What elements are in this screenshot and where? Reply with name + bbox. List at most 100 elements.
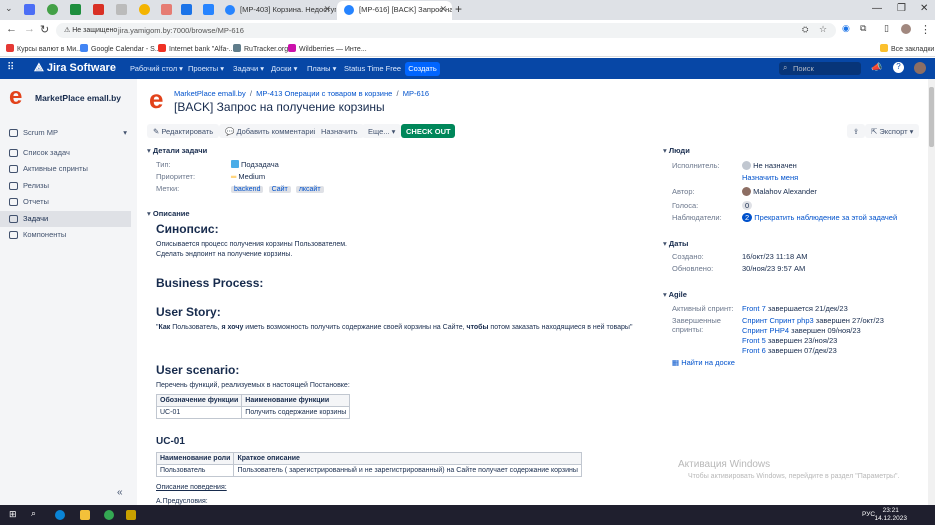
menu-plans[interactable]: Планы ▾ bbox=[307, 64, 336, 73]
browser-tab-active[interactable]: [MP-616] [BACK] Запрос на по ✕ bbox=[337, 1, 452, 20]
bookmark-item[interactable]: Internet bank "Alfa-... bbox=[158, 44, 235, 53]
chrome-icon[interactable] bbox=[104, 510, 114, 520]
page-scrollbar[interactable] bbox=[928, 79, 935, 505]
menu-boards[interactable]: Доски ▾ bbox=[271, 64, 297, 73]
browser-tab[interactable]: [MP-403] Корзина. Недоступн ✕ bbox=[218, 1, 336, 20]
sprint-link[interactable]: Спринт Спринт php3 bbox=[742, 316, 814, 325]
sprint-link[interactable]: Спринт PHP4 bbox=[742, 326, 789, 335]
sidebar-item-active-sprints[interactable]: Активные спринты bbox=[0, 161, 131, 177]
assign-to-me-link[interactable]: Назначить меня bbox=[742, 173, 798, 182]
agile-heading[interactable]: Agile bbox=[663, 290, 687, 299]
sprint-link[interactable]: Front 6 bbox=[742, 346, 766, 355]
browser-menu-icon[interactable]: ⋮ bbox=[920, 23, 931, 36]
collapse-sidebar-icon[interactable]: « bbox=[117, 487, 123, 498]
assignee-value[interactable]: Не назначен bbox=[742, 161, 797, 170]
sidebar-item-components[interactable]: Компоненты bbox=[0, 227, 131, 243]
translate-icon[interactable]: ⛭ bbox=[802, 25, 808, 35]
search-input[interactable]: ⌕ Поиск bbox=[779, 62, 861, 75]
project-name[interactable]: MarketPlace emall.by bbox=[35, 93, 121, 103]
sprint-link[interactable]: Front 7 bbox=[742, 304, 766, 313]
pinned-tab-icon[interactable] bbox=[24, 4, 35, 15]
sidebar-item-reports[interactable]: Отчеты bbox=[0, 194, 131, 210]
sprint-link[interactable]: Front 5 bbox=[742, 336, 766, 345]
help-icon[interactable]: ? bbox=[893, 62, 904, 73]
address-bar[interactable]: ⚠ Не защищено jira.yamigom.by:7000/brows… bbox=[56, 23, 836, 38]
bookmark-item[interactable]: Wildberries — Инте... bbox=[288, 44, 367, 53]
menu-dashboards[interactable]: Рабочий стол ▾ bbox=[130, 64, 183, 73]
sidebar-item-scrum-board[interactable]: Scrum MP ▾ bbox=[0, 125, 131, 141]
breadcrumb-parent[interactable]: MP-413 Операции с товаром в корзине bbox=[256, 89, 392, 98]
people-heading[interactable]: Люди bbox=[663, 146, 690, 155]
label-tag[interactable]: Сайт bbox=[268, 186, 291, 193]
check-out-button[interactable]: CHECK OUT ▾ bbox=[401, 124, 455, 145]
reporter-value[interactable]: Malahov Alexander bbox=[742, 187, 817, 196]
bookmark-item[interactable]: Курсы валют в Ми... bbox=[6, 44, 82, 53]
back-icon[interactable]: ← bbox=[6, 23, 17, 35]
extensions-puzzle-icon[interactable]: ⧉ bbox=[860, 23, 866, 34]
more-button[interactable]: Еще... ▾ bbox=[362, 124, 402, 138]
sidebar-item-issues[interactable]: Задачи bbox=[0, 211, 131, 227]
user-avatar[interactable] bbox=[914, 62, 926, 74]
menu-projects[interactable]: Проекты ▾ bbox=[188, 64, 224, 73]
details-heading[interactable]: Детали задачи bbox=[147, 146, 207, 155]
minimize-icon[interactable]: — bbox=[872, 3, 882, 14]
close-tab-icon[interactable]: ✕ bbox=[323, 4, 331, 15]
stop-watching-link[interactable]: Прекратить наблюдение за этой задачей bbox=[754, 213, 897, 222]
find-on-board-link[interactable]: ▦ Найти на доске bbox=[672, 358, 735, 367]
share-button[interactable]: ⇪ bbox=[847, 124, 866, 138]
dates-heading[interactable]: Даты bbox=[663, 239, 689, 248]
sidebar-item-backlog[interactable]: Список задач bbox=[0, 145, 131, 161]
maximize-icon[interactable]: ❐ bbox=[897, 3, 906, 14]
app-switcher-icon[interactable]: ⠿ bbox=[7, 62, 14, 73]
pinned-tab-icon[interactable] bbox=[93, 4, 104, 15]
profile-avatar[interactable] bbox=[901, 24, 911, 34]
chevron-down-icon[interactable]: ▾ bbox=[123, 128, 127, 137]
watchers-count-badge[interactable]: 2 bbox=[742, 213, 753, 222]
issue-title[interactable]: [BACK] Запрос на получение корзины bbox=[174, 100, 385, 114]
explorer-icon[interactable] bbox=[80, 510, 90, 520]
scrollbar-thumb[interactable] bbox=[929, 87, 934, 147]
keyboard-language[interactable]: РУС bbox=[862, 511, 875, 518]
pinned-tab-icon[interactable] bbox=[116, 4, 127, 15]
tab-strip-menu-icon[interactable]: ⌄ bbox=[5, 3, 16, 14]
pinned-tab-icon[interactable] bbox=[161, 4, 172, 15]
jira-logo[interactable]: ⟁ Jira Software bbox=[34, 62, 116, 75]
sidepanel-icon[interactable]: ▯ bbox=[884, 23, 889, 34]
app-icon[interactable] bbox=[126, 510, 136, 520]
sidebar-item-releases[interactable]: Релизы bbox=[0, 178, 131, 194]
extension-icon[interactable]: ◉ bbox=[842, 23, 850, 34]
edit-button[interactable]: ✎ Редактировать bbox=[147, 124, 220, 138]
close-window-icon[interactable]: ✕ bbox=[920, 3, 928, 14]
taskbar-search-icon[interactable]: ⌕ bbox=[31, 508, 41, 518]
security-indicator[interactable]: ⚠ Не защищено bbox=[64, 26, 117, 34]
assign-button[interactable]: Назначить bbox=[315, 124, 364, 138]
label-tag[interactable]: лксайт bbox=[295, 186, 324, 193]
votes-badge[interactable]: 0 bbox=[742, 201, 753, 210]
pinned-tab-icon[interactable] bbox=[47, 4, 58, 15]
reload-icon[interactable]: ↻ bbox=[40, 23, 49, 36]
taskbar-clock[interactable]: 23:21 14.12.2023 bbox=[874, 507, 907, 523]
notifications-icon[interactable]: 📣 bbox=[871, 62, 882, 73]
new-tab-icon[interactable]: + bbox=[455, 2, 462, 16]
all-bookmarks[interactable]: Все закладки bbox=[880, 44, 934, 53]
pinned-tab-icon[interactable] bbox=[181, 4, 192, 15]
windows-start-icon[interactable]: ⊞ bbox=[9, 509, 19, 519]
pinned-tab-icon[interactable] bbox=[70, 4, 81, 15]
breadcrumb-issue-key[interactable]: MP-616 bbox=[403, 89, 429, 98]
menu-issues[interactable]: Задачи ▾ bbox=[233, 64, 264, 73]
pinned-tab-icon[interactable] bbox=[203, 4, 214, 15]
forward-icon[interactable]: → bbox=[24, 23, 35, 35]
close-tab-icon[interactable]: ✕ bbox=[439, 4, 447, 15]
breadcrumb-project[interactable]: MarketPlace emall.by bbox=[174, 89, 246, 98]
export-button[interactable]: ⇱ Экспорт ▾ bbox=[865, 124, 920, 138]
create-button[interactable]: Создать bbox=[405, 62, 440, 76]
bookmark-star-icon[interactable]: ☆ bbox=[819, 24, 827, 35]
url-text[interactable]: jira.yamigom.by:7000/browse/MP-616 bbox=[118, 26, 244, 35]
bookmark-item[interactable]: Google Calendar - S... bbox=[80, 44, 161, 53]
menu-status-time[interactable]: Status Time Free bbox=[344, 64, 401, 73]
project-logo-icon[interactable]: e bbox=[9, 85, 29, 109]
label-tag[interactable]: backend bbox=[231, 186, 264, 193]
description-heading[interactable]: Описание bbox=[147, 209, 190, 218]
bookmark-item[interactable]: RuTracker.org bbox=[233, 44, 288, 53]
edge-icon[interactable] bbox=[55, 510, 65, 520]
